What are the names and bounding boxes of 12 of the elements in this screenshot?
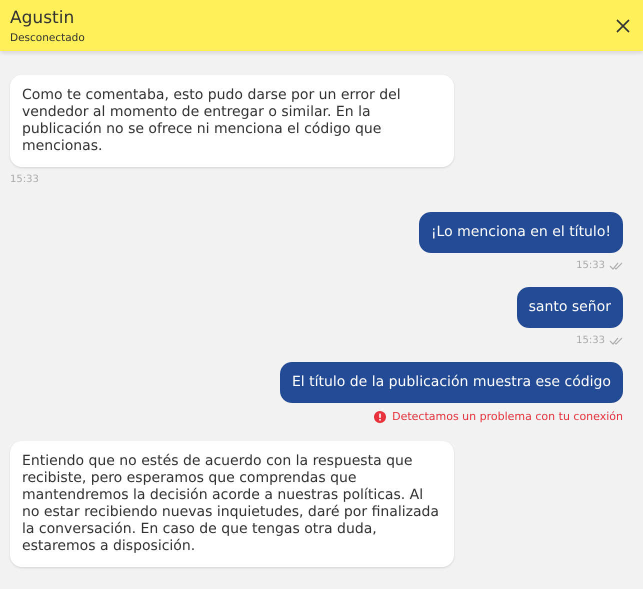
contact-status: Desconectado [10,32,85,44]
message-time: 15:33 [576,335,605,346]
message-bubble: Entiendo que no estés de acuerdo con la respuesta que recibiste, pero esperamos que comprendas que mantendremos la decisión acorde a nuestras políticas. Al no estar recibiendo nuevas inquietudes, daré por finalizada la conversación. En caso de que tengas otra duda, estaremos a disposición. [10,441,454,567]
message-bubble: Como te comentaba, esto pudo darse por un error del vendedor al momento de entregar o similar. En la publicación no se ofrece ni menciona el código que mencionas. [10,75,454,167]
message-time: 15:33 [576,260,605,271]
error-message: Detectamos un problema con tu conexión [392,410,623,423]
message-bubble: ¡Lo menciona en el título! [418,212,623,253]
message-time: 15:33 [10,174,39,185]
close-icon [615,18,631,34]
contact-name: Agustin [10,7,76,29]
message-bubble: santo señor [516,287,623,328]
message-bubble: El título de la publicación muestra ese código [280,362,623,403]
